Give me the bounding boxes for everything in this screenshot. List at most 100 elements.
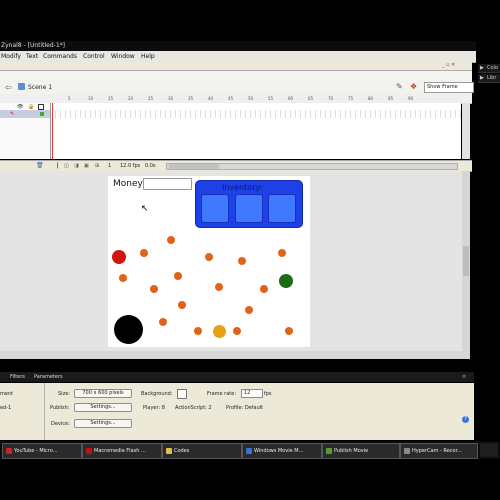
stage-dot[interactable] xyxy=(279,274,293,288)
playhead[interactable] xyxy=(52,103,53,159)
movie-maker-icon xyxy=(246,447,252,454)
stage-dot[interactable] xyxy=(238,257,246,265)
system-tray[interactable] xyxy=(480,443,498,457)
center-frame-icon[interactable]: ┃ xyxy=(56,163,59,169)
back-arrow-icon[interactable]: ⇦ xyxy=(5,83,12,92)
frame-number: 10 xyxy=(88,96,94,101)
frame-number: 35 xyxy=(188,96,194,101)
window-title: Zynal8 - [Untitled-1*] xyxy=(1,42,66,49)
stage-dot[interactable] xyxy=(150,285,158,293)
layer-row[interactable]: ✎ xyxy=(0,110,50,118)
money-input[interactable] xyxy=(143,178,192,190)
frame-number: 45 xyxy=(228,96,234,101)
inventory-slot[interactable] xyxy=(201,194,229,223)
taskbar-item-publish-movie[interactable]: Publish Movie xyxy=(322,443,400,459)
timeline-frames[interactable] xyxy=(51,103,461,159)
help-icon[interactable]: ? xyxy=(462,416,469,423)
stage-dot[interactable] xyxy=(113,314,143,344)
color-panel-tab[interactable]: ▶ Colo xyxy=(478,64,500,73)
taskbar-item-flash[interactable]: Macromedia Flash ... xyxy=(82,443,162,459)
pencil-icon: ✎ xyxy=(10,111,15,117)
stage-dot[interactable] xyxy=(119,274,127,282)
stage-dot[interactable] xyxy=(178,301,186,309)
frame-number: 20 xyxy=(128,96,134,101)
edit-scene-icon[interactable]: ✎ xyxy=(396,82,403,91)
timeline-horizontal-scrollbar[interactable] xyxy=(166,163,458,170)
menu-window[interactable]: Window xyxy=(111,53,135,60)
document-name-label: ed-1 xyxy=(0,405,12,411)
stage-dot[interactable] xyxy=(215,283,223,291)
stage-vertical-scrollbar[interactable] xyxy=(462,171,470,351)
frame-number: 40 xyxy=(208,96,214,101)
window-title-bar: Zynal8 - [Untitled-1*] xyxy=(0,41,476,51)
layer-frame-strip[interactable] xyxy=(51,110,461,118)
panel-divider xyxy=(0,359,474,372)
properties-panel: ment ed-1 Size: 700 x 600 pixels Backgro… xyxy=(0,383,474,440)
frame-number: 60 xyxy=(288,96,294,101)
properties-tabs: Filters Parameters ≡ xyxy=(0,372,474,382)
stage-dot[interactable] xyxy=(112,250,126,264)
frame-number: 15 xyxy=(108,96,114,101)
background-color-swatch[interactable] xyxy=(177,389,187,399)
zoom-select[interactable]: Show Frame xyxy=(424,82,474,93)
library-panel-tab[interactable]: ▶ Libr xyxy=(478,74,500,83)
panel-window-controls[interactable]: _ ▫ ✕ xyxy=(442,62,455,68)
menu-text[interactable]: Text xyxy=(26,53,38,60)
frame-number: 70 xyxy=(328,96,334,101)
stage-dot[interactable] xyxy=(140,249,148,257)
menu-help[interactable]: Help xyxy=(141,53,155,60)
onion-skin-icon[interactable]: ◫ xyxy=(64,163,69,169)
scrollbar-thumb[interactable] xyxy=(169,164,219,169)
frame-number: 55 xyxy=(268,96,274,101)
frame-number: 50 xyxy=(248,96,254,101)
browser-icon xyxy=(6,447,12,454)
edit-bar: ⇦ Scene 1 ✎ ❖ Show Frame xyxy=(0,80,474,95)
timeline-vertical-scrollbar[interactable] xyxy=(462,103,470,159)
stage-dot[interactable] xyxy=(167,236,175,244)
panel-options-icon[interactable]: ≡ xyxy=(462,374,466,380)
onion-markers-icon[interactable]: ⊞ xyxy=(95,163,99,169)
scene-name: Scene 1 xyxy=(28,84,53,91)
menu-control[interactable]: Control xyxy=(83,53,105,60)
inventory-slot[interactable] xyxy=(268,194,296,223)
scrollbar-thumb[interactable] xyxy=(463,246,469,276)
stage-dot[interactable] xyxy=(212,324,226,338)
document-size-button[interactable]: 700 x 600 pixels xyxy=(74,389,132,398)
stage-dot[interactable] xyxy=(174,272,182,280)
edit-multiple-icon[interactable]: ▣ xyxy=(84,163,89,169)
menu-commands[interactable]: Commands xyxy=(43,53,77,60)
taskbar-item-codes[interactable]: Codes xyxy=(162,443,242,459)
onion-outline-icon[interactable]: ◨ xyxy=(74,163,79,169)
trash-icon[interactable]: 🗑 xyxy=(36,162,44,169)
device-settings-button[interactable]: Settings... xyxy=(74,419,132,428)
frame-rate-readout: 12.0 fps xyxy=(120,163,141,169)
menu-modify[interactable]: Modify xyxy=(1,53,21,60)
background-label: Background: xyxy=(141,391,173,397)
frame-rate-input[interactable]: 12 xyxy=(241,389,263,398)
inventory-slot[interactable] xyxy=(235,194,263,223)
taskbar-item-hypercam[interactable]: HyperCam - Recor... xyxy=(400,443,478,459)
tab-parameters[interactable]: Parameters xyxy=(34,374,63,380)
stage-dot[interactable] xyxy=(159,318,167,326)
tab-filters[interactable]: Filters xyxy=(10,374,25,380)
device-label: Device: xyxy=(51,421,70,427)
taskbar-item-youtube[interactable]: YouTube - Micro... xyxy=(2,443,82,459)
frame-rate-label: Frame rate: xyxy=(207,391,237,397)
publish-settings-button[interactable]: Settings... xyxy=(74,403,132,412)
stage-dot[interactable] xyxy=(233,327,241,335)
elapsed-time: 0.0s xyxy=(145,163,156,169)
stage-dot[interactable] xyxy=(285,327,293,335)
size-label: Size: xyxy=(58,391,70,397)
taskbar-item-movie-maker[interactable]: Windows Movie M... xyxy=(242,443,322,459)
frame-number: 30 xyxy=(168,96,174,101)
stage-dot[interactable] xyxy=(278,249,286,257)
stage-dot[interactable] xyxy=(194,327,202,335)
panel-divider xyxy=(44,383,45,440)
stage-dot[interactable] xyxy=(260,285,268,293)
frame-number: 85 xyxy=(388,96,394,101)
stage-dot[interactable] xyxy=(205,253,213,261)
inventory-label: Inventory: xyxy=(222,183,263,192)
stage-dot[interactable] xyxy=(245,306,253,314)
edit-symbols-icon[interactable]: ❖ xyxy=(410,82,417,91)
stage-horizontal-scrollbar[interactable] xyxy=(0,351,470,359)
